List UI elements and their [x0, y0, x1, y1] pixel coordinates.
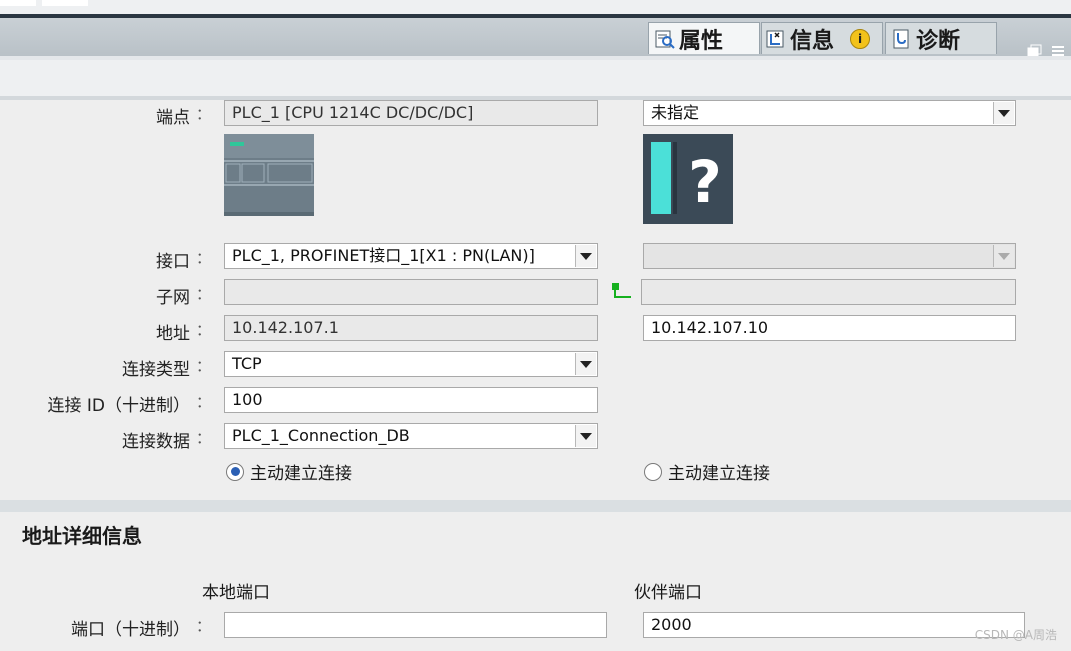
interface-label: 接口: [156, 252, 190, 272]
endpoint-label: 端点: [156, 108, 190, 128]
connection-data-select[interactable]: PLC_1_Connection_DB: [224, 423, 598, 449]
colon: ：: [196, 617, 212, 635]
chevron-down-icon[interactable]: [575, 425, 596, 447]
connection-data-value: PLC_1_Connection_DB: [232, 426, 410, 445]
partner-interface-select[interactable]: [643, 243, 1016, 269]
colon: ：: [196, 357, 212, 375]
tab-properties-label: 属性: [679, 28, 724, 54]
diagnostics-icon: [893, 29, 909, 48]
active-connection-local-option[interactable]: 主动建立连接: [226, 459, 352, 484]
colon: ：: [196, 429, 212, 447]
active-connection-partner-label: 主动建立连接: [668, 464, 770, 484]
partner-endpoint-select[interactable]: 未指定: [643, 100, 1016, 126]
local-interface-select[interactable]: PLC_1, PROFINET接口_1[X1 : PN(LAN)]: [224, 243, 598, 269]
address-label: 地址: [156, 324, 190, 344]
tab-info-label: 信息: [790, 28, 835, 54]
unknown-device-icon: ?: [643, 134, 733, 224]
plc-device-image: [224, 134, 314, 216]
window-top-strip: [0, 0, 1071, 14]
colon: ：: [196, 105, 212, 123]
top-tab-stub-2[interactable]: [42, 0, 88, 6]
local-endpoint-field: PLC_1 [CPU 1214C DC/DC/DC]: [224, 100, 598, 126]
local-interface-value: PLC_1, PROFINET接口_1[X1 : PN(LAN)]: [232, 246, 535, 265]
subnet-label: 子网: [156, 288, 190, 308]
properties-icon: [655, 30, 675, 49]
connection-type-label: 连接类型: [122, 360, 190, 380]
svg-text:?: ?: [688, 148, 722, 216]
active-connection-local-label: 主动建立连接: [250, 464, 352, 484]
chevron-down-icon[interactable]: [993, 102, 1014, 124]
port-label: 端口（十进制）: [71, 620, 190, 640]
connection-params-panel: 端点 ： PLC_1 [CPU 1214C DC/DC/DC] 未指定 ? 接口…: [0, 100, 1071, 500]
top-tab-stub-1[interactable]: [0, 0, 36, 6]
colon: ：: [196, 285, 212, 303]
partner-subnet-field: [641, 279, 1016, 305]
connection-id-input[interactable]: 100: [224, 387, 598, 413]
connection-type-select[interactable]: TCP: [224, 351, 598, 377]
address-details-title: 地址详细信息: [22, 524, 142, 548]
partner-address-input[interactable]: 10.142.107.10: [643, 315, 1016, 341]
info-icon: [766, 30, 784, 47]
partner-port-input[interactable]: 2000: [643, 612, 1025, 638]
partner-port-header: 伙伴端口: [634, 583, 702, 603]
radio-button-checked[interactable]: [226, 462, 244, 481]
info-badge-icon: i: [850, 28, 871, 49]
tab-diagnostics[interactable]: 诊断: [885, 22, 997, 54]
tab-info[interactable]: 信息 i: [761, 22, 883, 54]
partner-endpoint-value: 未指定: [651, 103, 700, 122]
toolbar-area: [0, 60, 1071, 96]
local-address-field: 10.142.107.1: [224, 315, 598, 341]
local-port-header: 本地端口: [202, 583, 270, 603]
colon: ：: [196, 393, 212, 411]
chevron-down-icon[interactable]: [575, 245, 596, 267]
watermark: CSDN @A周浩: [974, 628, 1057, 642]
local-port-input[interactable]: [224, 612, 607, 638]
radio-button-unchecked[interactable]: [644, 462, 662, 481]
connection-type-value: TCP: [232, 354, 262, 373]
tab-properties[interactable]: 属性: [648, 22, 760, 54]
inspector-tab-bar: 属性 信息 i 诊断: [0, 18, 1071, 58]
active-connection-partner-option[interactable]: 主动建立连接: [644, 459, 770, 484]
tab-diagnostics-label: 诊断: [916, 28, 961, 54]
chevron-down-icon: [993, 245, 1014, 267]
connection-data-label: 连接数据: [122, 432, 190, 452]
connection-id-label: 连接 ID（十进制）: [47, 396, 190, 416]
local-subnet-field: [224, 279, 598, 305]
separator: [0, 500, 1071, 512]
address-details-panel: 地址详细信息 本地端口 伙伴端口 端口（十进制） ： 2000: [0, 512, 1071, 651]
chevron-down-icon[interactable]: [575, 353, 596, 375]
colon: ：: [196, 249, 212, 267]
colon: ：: [196, 321, 212, 339]
network-link-icon: [612, 283, 631, 298]
